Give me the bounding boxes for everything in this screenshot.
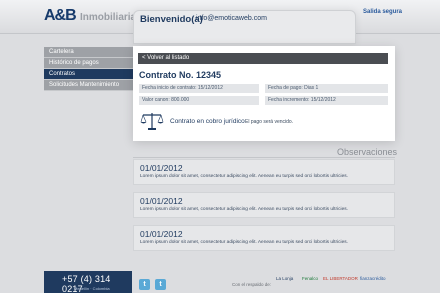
brand-subtitle: Inmobiliaria [80,12,137,23]
contract-title: Contrato No. 12345 [139,70,222,80]
payment-date-field: Fecha de pago: Dias 1 [265,84,388,93]
twitter-icon[interactable]: t [139,279,150,290]
twitter-icon[interactable]: t [155,279,166,290]
contact-box: +57 (4) 314 0217 Medellín · Colombia [44,271,132,293]
observation-text: Lorem ipsum dolor sit amet, consectetur … [140,207,348,212]
observation-date: 01/01/2012 [140,163,183,173]
partner-logo-fenalco: Fenalco [302,276,319,281]
observation-text: Lorem ipsum dolor sit amet, consectetur … [140,240,348,245]
status-note: El pago será vencido. [245,119,294,125]
sidebar-item-solicitudes[interactable]: Solicitudes Mantenimiento [44,80,134,91]
observation-card: 01/01/2012 Lorem ipsum dolor sit amet, c… [133,159,395,185]
increase-date-field: Fecha incremento: 15/12/2012 [265,96,388,105]
city-label: Medellín · Colombia [74,286,110,291]
back-to-list-button[interactable]: < Volver al listado [138,53,388,64]
observation-date: 01/01/2012 [140,229,183,239]
sidebar-item-contratos[interactable]: Contratos [44,69,134,80]
logout-link[interactable]: Salida segura [363,9,402,15]
welcome-label: Bienvenido(a) [140,14,203,25]
observation-text: Lorem ipsum dolor sit amet, consectetur … [140,174,348,179]
sidebar-nav: Cartelera Histórico de pagos Contratos S… [44,47,134,91]
user-email: info@emoticaweb.com [196,15,267,22]
observations-title: Observaciones [337,147,398,157]
divider [133,157,395,158]
sidebar-item-cartelera[interactable]: Cartelera [44,47,134,58]
observation-card: 01/01/2012 Lorem ipsum dolor sit amet, c… [133,225,395,251]
partner-logo-fianzacredito: fianzacrédito [360,276,386,281]
start-date-field: Fecha inicio de contrato: 15/12/2012 [139,84,259,93]
value-field: Valor canon: 800.000 [139,96,259,105]
sidebar-item-historico-pagos[interactable]: Histórico de pagos [44,58,134,69]
company-logo[interactable]: A&B [44,7,77,25]
backed-by-label: Con el respaldo de: [232,282,272,287]
partner-logo-lonja: La Lonja [276,276,294,281]
contract-status: Contrato en cobro jurídico [170,118,245,125]
scale-of-justice-icon [140,113,164,130]
observation-card: 01/01/2012 Lorem ipsum dolor sit amet, c… [133,192,395,218]
partner-logo-libertador: EL LIBERTADOR [323,276,358,281]
observation-date: 01/01/2012 [140,196,183,206]
